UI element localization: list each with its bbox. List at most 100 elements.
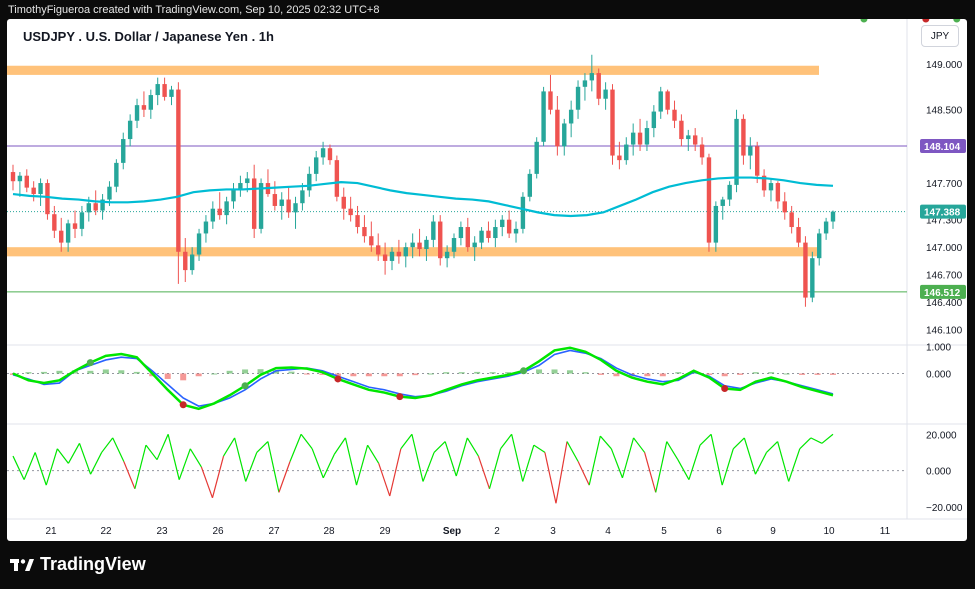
- osc-segment-40: [455, 437, 468, 477]
- macd-histogram-bar-37: [582, 372, 589, 374]
- time-tick-14: 10: [823, 526, 835, 537]
- candle-body: [210, 208, 216, 222]
- osc-segment-29: [333, 437, 346, 455]
- price-label-text: 147.388: [924, 208, 961, 219]
- osc-segment-43: [488, 448, 502, 489]
- price-tick-4: 147.000: [926, 243, 963, 254]
- candle-99: [692, 128, 698, 151]
- candle-body: [720, 199, 725, 206]
- candle-48: [341, 187, 346, 220]
- osc-segment-3: [45, 448, 58, 486]
- osc-segment-5: [67, 443, 81, 464]
- price-label-0: 148.104: [920, 139, 966, 154]
- osc-segment-17: [200, 466, 214, 499]
- candle-116: [810, 251, 815, 303]
- candle-body: [348, 208, 353, 216]
- osc-segment-4: [56, 448, 69, 464]
- time-tick-0: 21: [45, 526, 57, 537]
- osc-segment-66: [743, 437, 757, 475]
- candle-6: [52, 205, 57, 239]
- macd-cross-marker-1: [179, 401, 187, 409]
- candle-body: [362, 227, 367, 237]
- macd-histogram-bar-39: [613, 373, 620, 377]
- chart-canvas[interactable]: 149.000148.500147.700147.300147.000146.7…: [7, 19, 967, 541]
- osc-segment-23: [267, 441, 280, 493]
- candle-36: [258, 178, 264, 234]
- currency-button[interactable]: JPY: [921, 25, 959, 47]
- candle-61: [431, 215, 436, 248]
- candle-body: [31, 187, 36, 195]
- chart-frame[interactable]: 149.000 148.500 147.700 147.300 147.000 146.7…: [7, 19, 967, 541]
- time-tick-15: 11: [880, 526, 891, 537]
- osc-segment-37: [422, 452, 435, 482]
- osc-segment-20: [234, 437, 247, 482]
- candle-body: [610, 89, 615, 156]
- time-tick-1: 22: [100, 526, 112, 537]
- osc-segment-28: [322, 453, 335, 479]
- macd-histogram-bar-1: [25, 372, 32, 374]
- candle-62: [438, 215, 443, 266]
- candle-body: [734, 118, 739, 185]
- brand-name: TradingView: [40, 554, 146, 574]
- candle-body: [768, 183, 774, 191]
- candle-body: [555, 109, 560, 147]
- price-tick-2: 147.700: [926, 179, 963, 190]
- macd-histogram-bar-34: [536, 369, 543, 374]
- osc-segment-49: [555, 441, 568, 504]
- candle-94: [658, 86, 663, 119]
- macd-histogram-bar-46: [721, 373, 728, 377]
- candle-84: [589, 54, 595, 92]
- candle-body: [582, 80, 588, 87]
- candle-body: [513, 228, 519, 234]
- macd-histogram-bar-49: [768, 372, 775, 374]
- candle-body: [203, 221, 209, 234]
- candle-body: [286, 199, 291, 213]
- time-tick-10: 4: [605, 526, 611, 537]
- candle-80: [562, 118, 567, 156]
- candle-53: [376, 233, 381, 261]
- candle-body: [789, 212, 794, 228]
- candle-77: [541, 86, 546, 147]
- candle-body: [438, 221, 443, 259]
- osc-segment-31: [355, 445, 369, 486]
- candle-body: [830, 211, 836, 222]
- macd-histogram-bar-14: [226, 370, 233, 374]
- macd-tick-1: 0.000: [926, 370, 951, 381]
- candle-72: [506, 210, 512, 239]
- candle-body: [121, 139, 126, 163]
- candle-113: [789, 205, 794, 234]
- candle-115: [803, 236, 808, 307]
- candle-body: [424, 239, 429, 250]
- candle-body: [451, 238, 457, 252]
- osc-segment-32: [367, 444, 380, 464]
- candle-body: [114, 162, 119, 187]
- osc-segment-45: [511, 434, 524, 482]
- candle-body: [224, 201, 229, 216]
- osc-segment-65: [732, 437, 745, 450]
- price-tick-1: 148.500: [926, 106, 963, 117]
- price-label-text: 146.512: [924, 288, 961, 299]
- candle-66: [465, 217, 470, 252]
- candle-5: [45, 179, 50, 220]
- candle-body: [59, 230, 64, 243]
- candle-body: [65, 223, 71, 243]
- candle-118: [823, 217, 829, 240]
- osc-segment-35: [400, 433, 413, 450]
- osc-segment-19: [223, 437, 236, 457]
- candle-body: [38, 183, 43, 195]
- candle-1: [17, 172, 23, 197]
- candle-44: [313, 150, 319, 182]
- candle-15: [114, 159, 119, 193]
- candle-body: [665, 91, 670, 110]
- time-tick-9: 3: [550, 526, 556, 537]
- candle-body: [589, 73, 595, 81]
- candle-body: [803, 242, 808, 298]
- candle-body: [672, 109, 677, 121]
- candle-body: [307, 173, 312, 191]
- brand-logo: TradingView: [10, 554, 146, 575]
- macd-cross-marker-5: [520, 367, 528, 375]
- osc-segment-2: [34, 452, 47, 486]
- macd-cross-marker-7: [860, 19, 868, 23]
- candle-28: [203, 215, 209, 243]
- candle-60: [424, 236, 429, 261]
